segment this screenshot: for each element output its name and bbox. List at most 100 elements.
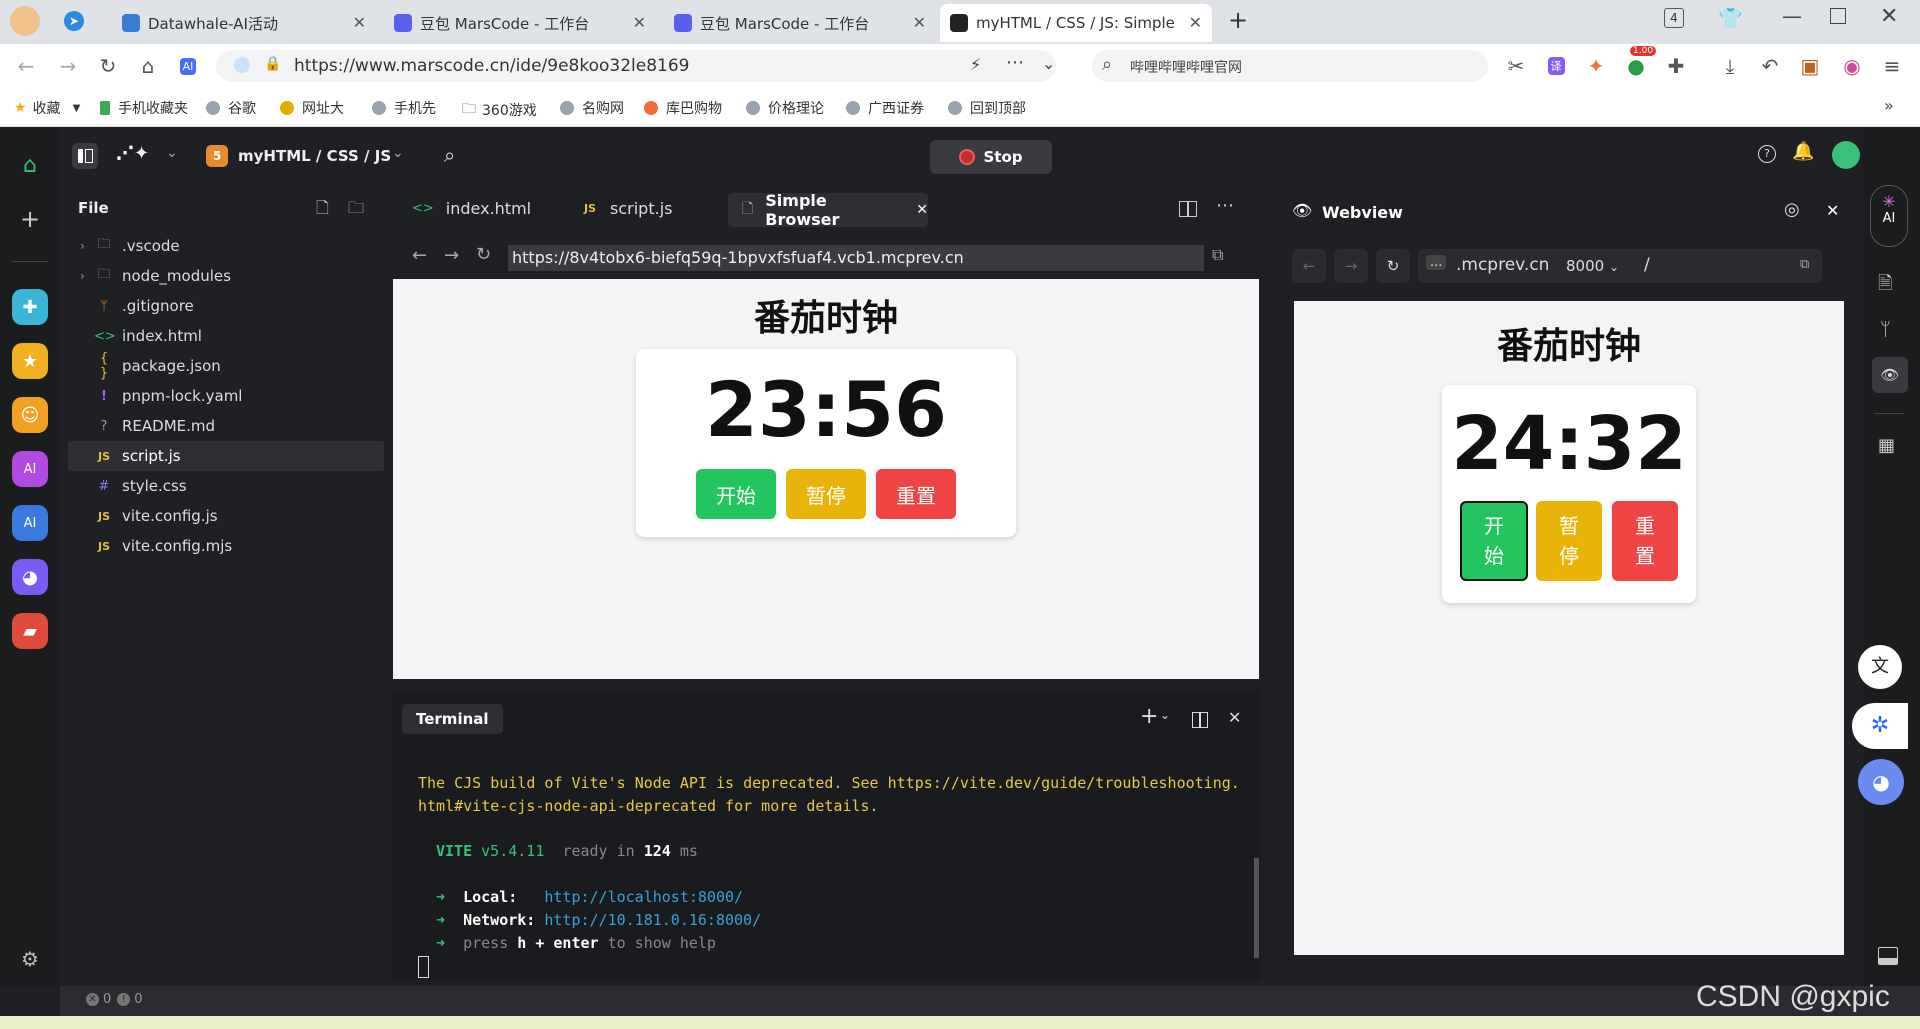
open-external-icon[interactable]: ⧉ [1212,245,1223,265]
close-tab-icon[interactable]: ✕ [633,13,646,32]
reset-button[interactable]: 重置 [1612,501,1678,581]
file-package-json[interactable]: { } package.json [80,351,370,381]
local-url-link[interactable]: http://localhost:8000/ [544,888,743,906]
user-avatar-icon[interactable] [10,6,40,36]
split-terminal-icon[interactable] [1192,712,1208,728]
extension-badge-icon[interactable]: ● [1624,54,1648,78]
file-index-html[interactable]: <> index.html [80,321,370,351]
reload-icon[interactable]: ↻ [476,244,491,265]
file-pnpm-lock[interactable]: ! pnpm-lock.yaml [80,381,370,411]
bookmark-kuba[interactable]: 库巴购物 [644,98,722,118]
pause-button[interactable]: 暂停 [786,469,866,519]
star-app-icon[interactable]: ★ [12,343,48,379]
bookmark-favorites[interactable]: ★ 收藏 ▼ [14,98,80,118]
webview-toggle-icon[interactable]: 👁 [1872,357,1908,393]
file-gitignore[interactable]: ᛘ .gitignore [80,291,370,321]
close-tab-icon[interactable]: ✕ [916,202,928,218]
pause-button[interactable]: 暂停 [1536,501,1602,581]
panel-toggle-icon[interactable] [1878,947,1898,965]
undo-icon[interactable]: ↶ [1758,54,1782,78]
new-folder-icon[interactable]: 🗀 [348,197,364,224]
port-select[interactable]: 8000 ⌄ [1566,257,1619,275]
search-field[interactable]: ⌕ 哔哩哔哩哔哩官网 [1092,50,1488,82]
webview-path[interactable]: / [1644,255,1650,275]
new-file-icon[interactable]: 🗋 [316,197,329,224]
folder-node-modules[interactable]: › 🗀 node_modules [80,261,370,291]
bookmark-sites[interactable]: 网址大 [280,98,344,118]
network-float-icon[interactable]: ✲ [1852,703,1908,749]
profile-icon[interactable]: ◉ [1840,54,1864,78]
chevron-down-icon[interactable]: ⌄ [1160,708,1170,722]
browser-tab-active[interactable]: myHTML / CSS / JS: Simple ✕ [940,4,1212,42]
back-icon[interactable]: ← [14,54,38,78]
stop-button[interactable]: Stop [930,140,1052,174]
reset-button[interactable]: 重置 [876,469,956,519]
reload-button[interactable]: ↻ [1376,249,1410,283]
compass-icon[interactable]: ◎ [1784,199,1800,220]
file-script-js[interactable]: JS script.js [68,441,384,471]
home-icon[interactable]: ⌂ [136,54,160,78]
home-icon[interactable]: ⌂ [12,147,48,183]
new-tab-icon[interactable]: + [1228,6,1248,34]
marscode-logo-icon[interactable]: ⋰✦ [116,143,149,164]
bookmark-google[interactable]: 谷歌 [206,98,256,118]
url-field[interactable]: 🔒 https://www.marscode.cn/ide/9e8koo32le… [216,50,1056,82]
terminal-scrollbar[interactable] [1254,858,1259,958]
close-tab-icon[interactable]: ✕ [913,13,926,32]
close-tab-icon[interactable]: ✕ [1189,13,1202,32]
ai-icon[interactable]: AI [176,54,200,78]
bookmark-top[interactable]: 回到顶部 [948,98,1026,118]
file-vite-config-mjs[interactable]: JS vite.config.mjs [80,531,370,561]
telegram-icon[interactable]: ➤ [64,11,84,31]
more-icon[interactable]: ⋯ [1006,52,1024,73]
back-icon[interactable]: ← [412,245,427,266]
game-icon[interactable]: ✦ [1584,54,1608,78]
copy-icon[interactable]: ⧉ [1800,257,1809,272]
maximize-icon[interactable] [1830,8,1846,24]
lightning-icon[interactable]: ⚡ [970,55,981,74]
grid-icon[interactable]: ▦ [1878,435,1895,456]
minimize-icon[interactable]: — [1782,4,1802,28]
folder-vscode[interactable]: › 🗀 .vscode [80,231,370,261]
split-editor-icon[interactable] [1179,201,1197,217]
more-bookmarks-icon[interactable]: » [1884,96,1894,115]
close-terminal-icon[interactable]: ✕ [1228,708,1241,727]
close-tab-icon[interactable]: ✕ [353,13,366,32]
search-icon[interactable]: ⌕ [444,143,455,167]
forward-icon[interactable]: → [444,245,459,266]
file-readme[interactable]: ? README.md [80,411,370,441]
back-button[interactable]: ← [1292,249,1326,283]
project-name[interactable]: myHTML / CSS / JS [238,147,391,165]
tab-count-badge[interactable]: 4 [1664,8,1684,28]
menu-icon[interactable]: ≡ [1880,54,1904,78]
bookmark-price[interactable]: 价格理论 [746,98,824,118]
assistant-float-icon[interactable]: ◕ [1858,759,1904,805]
download-icon[interactable]: ⤓ [1718,54,1742,78]
terminal-tab[interactable]: Terminal [402,704,503,734]
plugin-icon[interactable]: ✚ [12,289,48,325]
tab-script-js[interactable]: JS script.js [584,199,672,218]
new-terminal-icon[interactable]: + [1140,704,1158,729]
address-more[interactable]: ... [1426,255,1447,270]
forward-button[interactable]: → [1334,249,1368,283]
bookmark-gxsec[interactable]: 广西证券 [846,98,924,118]
bookmark-mobile[interactable]: 手机收藏夹 [100,98,188,118]
chat-bot-icon[interactable]: ◕ [12,559,48,595]
more-actions-icon[interactable]: ⋯ [1216,195,1234,216]
scissors-icon[interactable]: ✂ [1504,54,1528,78]
file-style-css[interactable]: # style.css [80,471,370,501]
chevron-down-icon[interactable]: ⌄ [392,145,404,161]
bookmark-mingou[interactable]: 名购网 [560,98,624,118]
chevron-down-icon[interactable]: ⌄ [166,145,178,161]
bookmark-360games[interactable]: 🗀 360游戏 [462,98,537,122]
shirt-icon[interactable]: 👕 [1718,6,1743,30]
source-control-icon[interactable]: ᛘ [1880,319,1891,340]
network-url-link[interactable]: http://10.181.0.16:8000/ [544,911,761,929]
ai-panel-button[interactable]: ✳ AI [1870,185,1908,247]
translate-float-icon[interactable]: 文 [1858,645,1902,689]
briefcase-icon[interactable]: ▣ [1798,54,1822,78]
problems-indicator[interactable]: ✕ 0 ! 0 [86,992,143,1007]
search-doc-icon[interactable]: 🗎 [1878,271,1892,301]
close-window-icon[interactable]: ✕ [1880,4,1898,29]
ai-assistant-icon[interactable]: AI [12,451,48,487]
